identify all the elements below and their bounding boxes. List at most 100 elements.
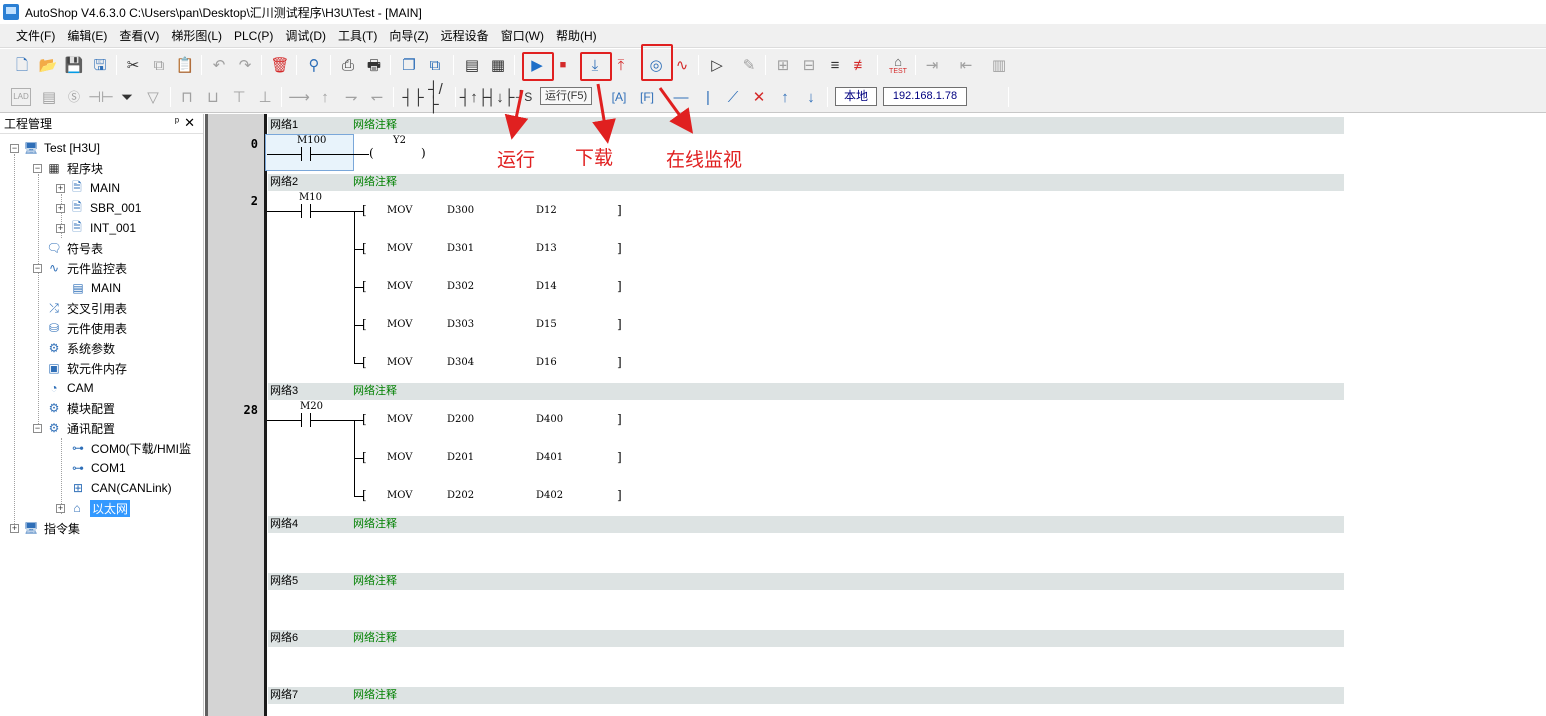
tree-symbols[interactable]: 🗨 符号表 [46, 238, 103, 258]
delete-line-icon[interactable]: ✕ [748, 86, 770, 108]
network-header[interactable]: 网络6 网络注释 [268, 630, 1344, 647]
tree-sys-params[interactable]: ⚙ 系统参数 [46, 338, 115, 358]
collapse-icon[interactable]: − [33, 263, 42, 273]
tree-soft-memory[interactable]: ▣ 软元件内存 [46, 358, 127, 378]
instruction-source[interactable]: D304 [447, 357, 474, 368]
function-f-icon[interactable]: [F] [636, 86, 658, 108]
arrow-down-icon[interactable]: ⏷ [116, 86, 138, 108]
tree-com0[interactable]: ⊶ COM0(下载/HMI监 [70, 438, 191, 458]
ladder-editor[interactable]: 网络1 网络注释 网络2 网络注释 网络3 网络注释 网络4 网络注释 网络5 … [205, 114, 1546, 716]
paste-icon[interactable]: 📋 [174, 54, 196, 76]
hline-icon[interactable]: ⟶ [288, 86, 310, 108]
network-comment[interactable]: 网络注释 [353, 383, 397, 400]
sfc-icon[interactable]: Ⓢ [63, 86, 85, 108]
arrow-down-outline-icon[interactable]: ▽ [142, 86, 164, 108]
tree-int[interactable]: + 🗎 INT_001 [56, 218, 136, 238]
tree-cross-ref[interactable]: ⤮ 交叉引用表 [46, 298, 127, 318]
menu-help[interactable]: 帮助(H) [550, 25, 603, 47]
network-header[interactable]: 网络1 网络注释 [268, 117, 1344, 134]
monitor-edit-icon[interactable]: ▷ [706, 54, 728, 76]
tree-com1[interactable]: ⊶ COM1 [70, 458, 126, 478]
menu-wizard[interactable]: 向导(Z) [383, 25, 434, 47]
tree-ethernet[interactable]: + ⌂ 以太网 [56, 498, 131, 518]
tree-instructions[interactable]: + 🖥 指令集 [10, 518, 80, 538]
copy-icon[interactable]: ⧉ [148, 54, 170, 76]
tree-sbr[interactable]: + 🗎 SBR_001 [56, 198, 141, 218]
coil-address[interactable]: Y2 [393, 135, 406, 146]
menu-tools[interactable]: 工具(T) [332, 25, 383, 47]
line-right-icon[interactable]: ⇁ [340, 86, 362, 108]
falling-edge-icon[interactable]: ┤↓├ [486, 86, 515, 108]
menu-remote-device[interactable]: 远程设备 [435, 25, 495, 47]
ip-address-field[interactable]: 192.168.1.78 [883, 87, 967, 106]
network-comment[interactable]: 网络注释 [353, 117, 397, 134]
cascade-windows-icon[interactable]: ❐ [398, 54, 420, 76]
tile-windows-icon[interactable]: ⧉ [424, 54, 446, 76]
login-icon[interactable]: ⇥ [921, 54, 943, 76]
search-icon[interactable]: ⚲ [303, 54, 325, 76]
tree-module-config[interactable]: ⚙ 模块配置 [46, 398, 115, 418]
instruction-source[interactable]: D301 [447, 243, 474, 254]
instruction-source[interactable]: D201 [447, 452, 474, 463]
save-icon[interactable]: 💾 [63, 54, 85, 76]
new-file-icon[interactable]: 🗋 [11, 54, 33, 76]
collapse-icon[interactable]: − [33, 163, 42, 173]
branch-open-icon[interactable]: ⊓ [176, 86, 198, 108]
set-contact-icon[interactable]: ┤S [513, 86, 535, 108]
no-contact-icon[interactable]: ┤├ [402, 86, 424, 108]
print-icon[interactable]: 🖶 [363, 54, 385, 76]
instruction-source[interactable]: D300 [447, 205, 474, 216]
network-header[interactable]: 网络3 网络注释 [268, 383, 1344, 400]
save-all-icon[interactable]: 🖫 [89, 54, 111, 76]
instruction-dest[interactable]: D12 [536, 205, 557, 216]
horizontal-line-icon[interactable]: — [670, 86, 692, 108]
contact-address[interactable]: M100 [297, 135, 326, 146]
instruction-source[interactable]: D303 [447, 319, 474, 330]
contact-address[interactable]: M10 [299, 192, 322, 203]
tree-can[interactable]: ⊞ CAN(CANLink) [70, 478, 172, 498]
network-comment[interactable]: 网络注释 [353, 573, 397, 590]
print-preview-icon[interactable]: ⎙ [337, 54, 359, 76]
set-icon[interactable]: ⊞ [772, 54, 794, 76]
instruction-dest[interactable]: D400 [536, 414, 563, 425]
instruction-list-icon[interactable]: ▤ [38, 86, 60, 108]
write-edit-icon[interactable]: ✎ [738, 54, 760, 76]
compile-icon[interactable]: ▤ [461, 54, 483, 76]
tree-comm-config[interactable]: − ⚙ 通讯配置 [33, 418, 115, 438]
network-header[interactable]: 网络7 网络注释 [268, 687, 1344, 704]
instruction-source[interactable]: D202 [447, 490, 474, 501]
expand-icon[interactable]: + [56, 503, 65, 513]
pin-icon[interactable]: ᵖ [175, 116, 179, 128]
instruction-dest[interactable]: D13 [536, 243, 557, 254]
collapse-icon[interactable]: − [33, 423, 42, 433]
vertical-line-icon[interactable]: | [697, 86, 719, 108]
menu-file[interactable]: 文件(F) [10, 25, 61, 47]
network-comment[interactable]: 网络注释 [353, 516, 397, 533]
instruction-dest[interactable]: D16 [536, 357, 557, 368]
panel-toggle-icon[interactable]: ▥ [988, 54, 1010, 76]
contact-address[interactable]: M20 [300, 401, 323, 412]
tree-cam[interactable]: ◔ CAM [46, 378, 93, 398]
reset-icon[interactable]: ⊟ [798, 54, 820, 76]
instruction-dest[interactable]: D15 [536, 319, 557, 330]
menu-ladder[interactable]: 梯形图(L) [165, 25, 228, 47]
lad-view-button[interactable]: LAD [11, 88, 31, 106]
tree-program-blocks[interactable]: − ▦ 程序块 [33, 158, 103, 178]
tree-monitor-table[interactable]: − ∿ 元件监控表 [33, 258, 127, 278]
expand-icon[interactable]: + [56, 203, 65, 213]
cut-icon[interactable]: ✂ [122, 54, 144, 76]
rising-edge-icon[interactable]: ┤↑├ [460, 86, 489, 108]
contact-no-icon[interactable]: ⊣⊢ [88, 86, 114, 108]
line-left-icon[interactable]: ↽ [366, 86, 388, 108]
collapse-icon[interactable]: − [10, 143, 19, 153]
expand-icon[interactable]: + [10, 523, 19, 533]
branch-insert-icon[interactable]: ⊤ [228, 86, 250, 108]
instruction-dest[interactable]: D402 [536, 490, 563, 501]
oscilloscope-icon[interactable]: ∿ [671, 54, 693, 76]
menu-debug[interactable]: 调试(D) [279, 25, 332, 47]
stop-icon[interactable]: ■ [552, 54, 574, 76]
menu-plc[interactable]: PLC(P) [228, 25, 279, 47]
tree-monitor-main[interactable]: ▤ MAIN [70, 278, 121, 298]
menu-edit[interactable]: 编辑(E) [61, 25, 113, 47]
instruction-dest[interactable]: D14 [536, 281, 557, 292]
